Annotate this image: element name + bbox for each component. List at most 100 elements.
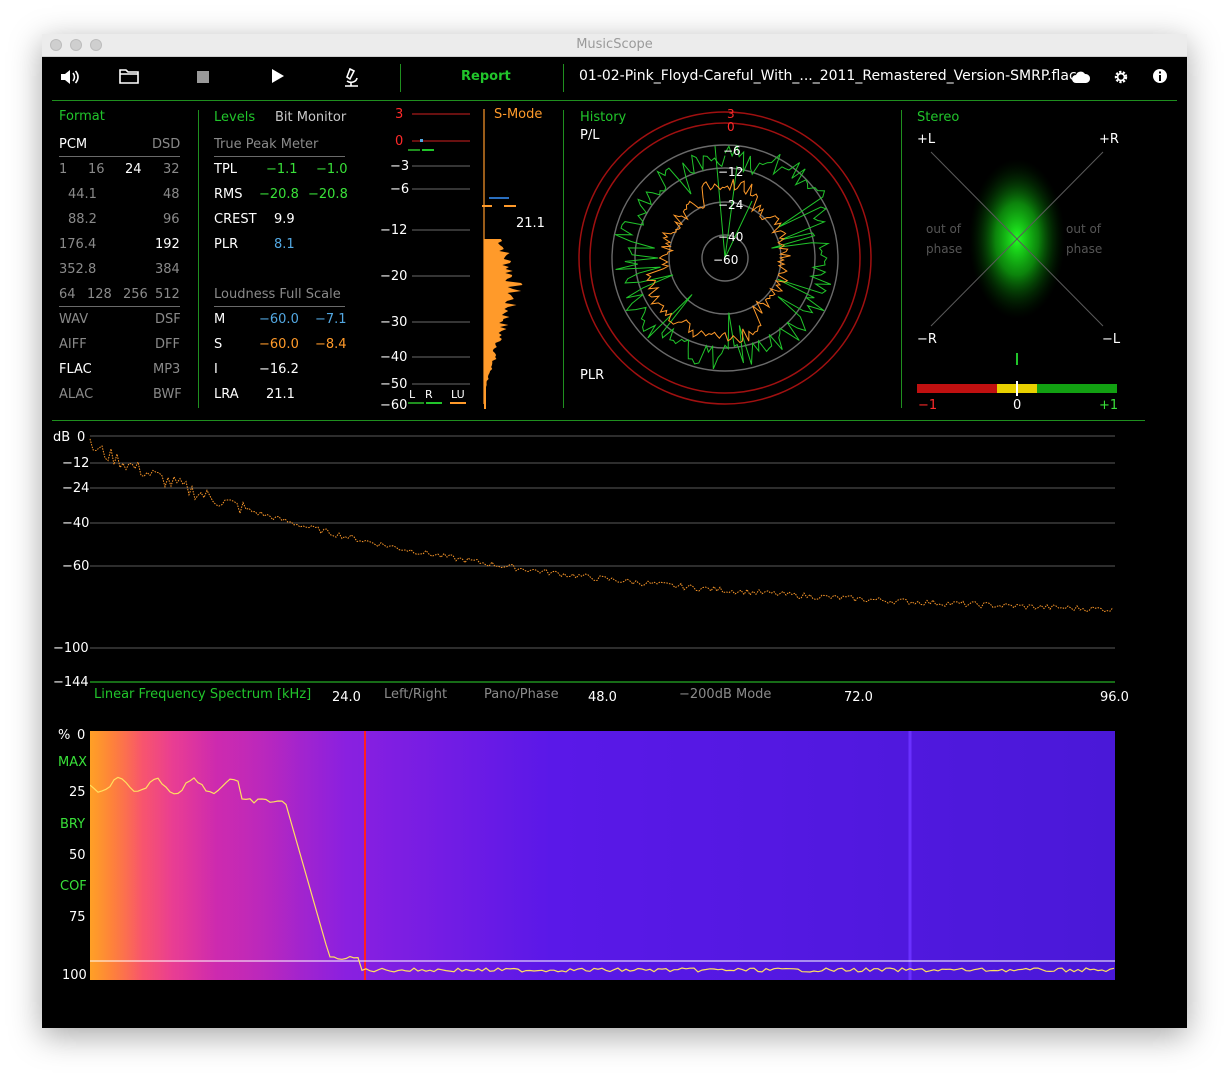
- bits-16: 16: [88, 162, 105, 177]
- plr-label: PLR: [214, 237, 239, 252]
- spectrogram-75: 75: [69, 910, 86, 925]
- rate-352: 352.8: [59, 262, 97, 277]
- ring-m12: −12: [718, 165, 744, 179]
- title-bar: MusicScope: [42, 34, 1187, 57]
- spectrum-y-m40: −40: [62, 516, 90, 531]
- bits-32: 32: [163, 162, 180, 177]
- tpl-right: −1.0: [316, 162, 348, 177]
- lra-label: LRA: [214, 387, 239, 402]
- rms-label: RMS: [214, 187, 243, 202]
- phase-right: phase: [1066, 242, 1103, 256]
- gear-icon[interactable]: [1107, 68, 1135, 90]
- scale-m50: −50: [380, 377, 408, 392]
- stereo-minus-l: −L: [1102, 332, 1121, 347]
- format-dsd: DSD: [152, 137, 181, 152]
- short-term-label: S: [214, 337, 223, 352]
- format-pcm: PCM: [59, 137, 88, 152]
- spectrum-title[interactable]: Linear Frequency Spectrum [kHz]: [94, 687, 311, 702]
- divider: [59, 306, 180, 307]
- scale-3: 3: [395, 107, 404, 122]
- crest-label: CREST: [214, 212, 257, 227]
- dsd-128: 128: [87, 287, 112, 302]
- channel-l: L: [409, 388, 416, 401]
- rate-44: 44.1: [68, 187, 97, 202]
- speaker-icon[interactable]: [56, 68, 84, 90]
- rate-192: 192: [155, 237, 180, 252]
- ring-m6: −6: [723, 144, 741, 158]
- container-wav: WAV: [59, 312, 89, 327]
- play-icon[interactable]: [263, 68, 291, 90]
- phase-left: phase: [926, 242, 963, 256]
- scale-m6: −6: [390, 182, 410, 197]
- info-icon[interactable]: [1146, 68, 1174, 90]
- rms-right: −20.8: [308, 187, 348, 202]
- loudness-title: Loudness Full Scale: [214, 287, 341, 302]
- spectrum-x-96: 96.0: [1100, 690, 1129, 705]
- correlation-marker: [1016, 353, 1018, 365]
- rate-176: 176.4: [59, 237, 97, 252]
- correlation-minus1: −1: [918, 398, 938, 413]
- frequency-spectrum-chart: [89, 435, 1115, 683]
- scale-m12: −12: [380, 223, 408, 238]
- folder-icon[interactable]: [115, 68, 143, 90]
- panel-divider: [901, 110, 902, 408]
- container-flac: FLAC: [59, 362, 92, 377]
- spectrogram-100: 100: [62, 968, 87, 983]
- option-left-right[interactable]: Left/Right: [384, 687, 447, 702]
- lra-readout: 21.1: [516, 216, 545, 231]
- correlation-indicator: [1016, 381, 1018, 396]
- momentary-b: −7.1: [315, 312, 347, 327]
- cloud-icon[interactable]: [1067, 68, 1095, 90]
- tab-bit-monitor[interactable]: Bit Monitor: [275, 110, 346, 125]
- spectrum-x-72: 72.0: [844, 690, 873, 705]
- scale-m40: −40: [380, 350, 408, 365]
- window-title: MusicScope: [576, 37, 653, 52]
- microscope-icon[interactable]: [337, 67, 365, 90]
- channel-r: R: [425, 388, 433, 401]
- out-of-phase-left: out of: [926, 222, 962, 236]
- tab-levels[interactable]: Levels: [214, 110, 255, 125]
- ring-m60: −60: [713, 253, 739, 267]
- spectrogram-cof: COF: [60, 879, 87, 894]
- plr-value: 8.1: [274, 237, 295, 252]
- channel-lu: LU: [451, 388, 465, 401]
- spectrogram-percent: %: [58, 728, 71, 743]
- stereo-plus-l: +L: [917, 132, 936, 147]
- integrated-value: −16.2: [259, 362, 299, 377]
- container-aiff: AIFF: [59, 337, 87, 352]
- option-200db-mode[interactable]: −200dB Mode: [679, 687, 771, 702]
- spectrum-y-0: 0: [77, 430, 86, 445]
- divider: [214, 306, 345, 307]
- rate-48: 48: [163, 187, 180, 202]
- lra-value: 21.1: [266, 387, 295, 402]
- true-peak-title: True Peak Meter: [214, 137, 319, 152]
- container-dff: DFF: [155, 337, 180, 352]
- section-separator: [52, 420, 1145, 421]
- dsd-512: 512: [155, 287, 180, 302]
- divider: [59, 156, 180, 157]
- app-window: MusicScope Report 01-02-Pink_Floyd-Caref…: [42, 34, 1187, 1028]
- scale-m20: −20: [380, 269, 408, 284]
- filename-label: 01-02-Pink_Floyd-Careful_With_..._2011_R…: [579, 68, 1077, 84]
- history-radar: [578, 111, 872, 405]
- scale-m3: −3: [390, 159, 410, 174]
- rate-88: 88.2: [68, 212, 97, 227]
- spectrum-y-m144: −144: [53, 675, 89, 690]
- panel-divider: [563, 110, 564, 408]
- stereo-plus-r: +R: [1099, 132, 1119, 147]
- option-pano-phase[interactable]: Pano/Phase: [484, 687, 559, 702]
- toolbar-divider: [400, 64, 401, 92]
- bits-24: 24: [125, 162, 142, 177]
- short-term-b: −8.4: [315, 337, 347, 352]
- scale-0: 0: [395, 134, 404, 149]
- dsd-64: 64: [59, 287, 76, 302]
- spectrum-y-m60: −60: [62, 559, 90, 574]
- stop-icon[interactable]: [189, 68, 217, 90]
- ring-3: 3: [727, 107, 735, 121]
- spectrum-y-m100: −100: [53, 641, 89, 656]
- bits-1: 1: [59, 162, 68, 177]
- container-bwf: BWF: [153, 387, 182, 402]
- momentary-label: M: [214, 312, 226, 327]
- stereo-title: Stereo: [917, 110, 960, 125]
- report-button[interactable]: Report: [461, 69, 511, 84]
